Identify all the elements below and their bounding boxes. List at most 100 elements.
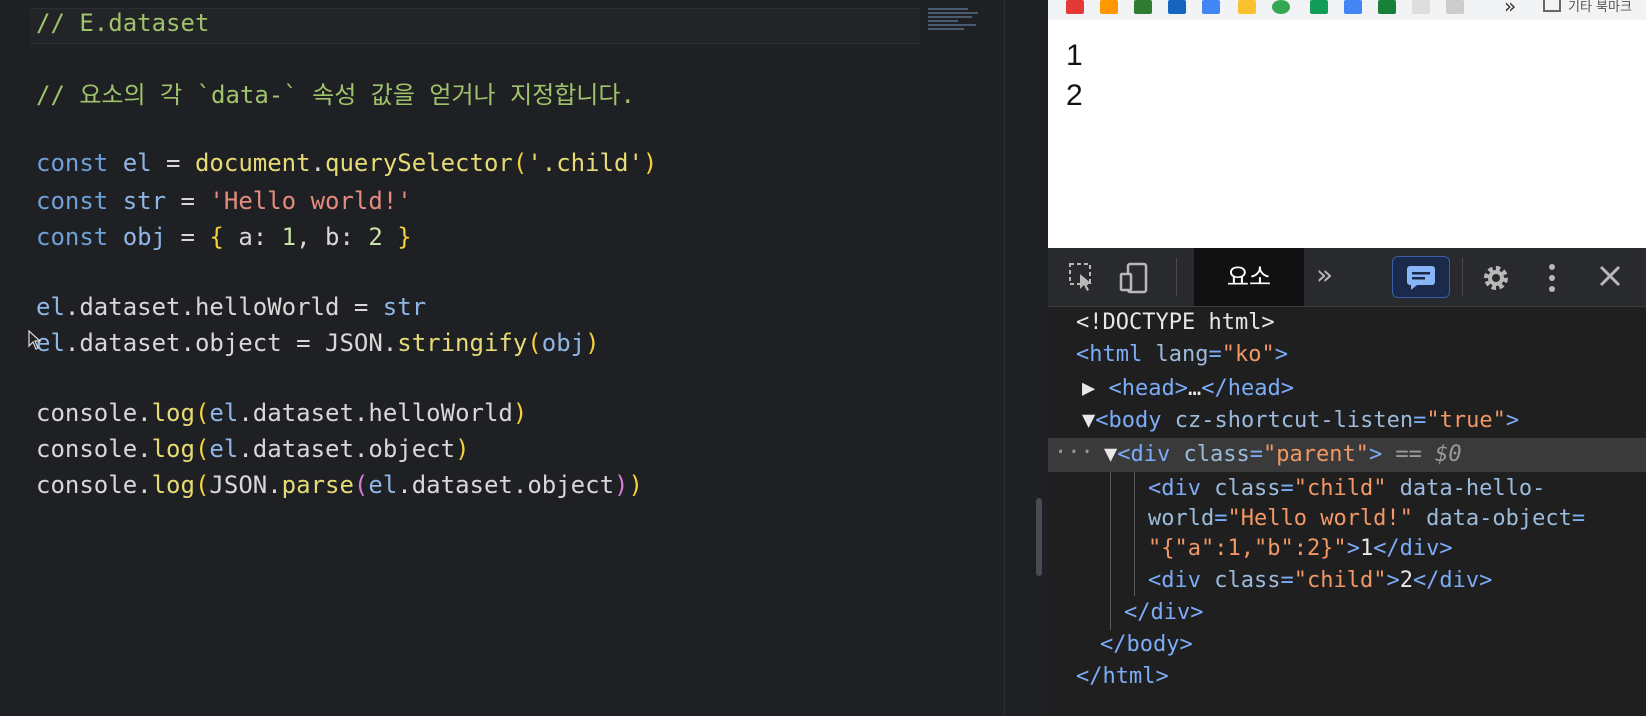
editor-scrollbar[interactable] (1036, 498, 1042, 576)
code-token: console (36, 471, 138, 499)
other-bookmarks[interactable]: 기타 북마크 (1568, 0, 1632, 15)
settings-gear-icon[interactable] (1480, 262, 1512, 294)
dom-node-line[interactable]: world="Hello world!" data-object= (1148, 504, 1585, 534)
code-token: ) (512, 399, 528, 427)
dom-node-line[interactable]: </body> (1100, 630, 1193, 660)
code-token: // 요소의 각 `data-` 속성 값을 얻거나 지정합니다. (36, 81, 635, 109)
tree-guide-line (1134, 472, 1135, 596)
bookmark-icon[interactable] (1344, 0, 1362, 14)
tree-guide-line (1110, 472, 1111, 630)
dom-node-line[interactable]: <!DOCTYPE html> (1076, 308, 1275, 338)
code-line[interactable]: console.log(JSON.parse(el.dataset.object… (36, 470, 643, 500)
bookmark-icon[interactable] (1066, 0, 1084, 14)
code-token: el (209, 399, 239, 427)
dom-token: = (1208, 342, 1222, 367)
tab-elements[interactable]: 요소 (1194, 248, 1304, 306)
dom-token: "true" (1426, 408, 1506, 433)
code-line[interactable]: const str = 'Hello world!' (36, 186, 412, 216)
message-icon (1407, 266, 1435, 290)
code-token: ( (512, 149, 528, 177)
dom-token: = (1280, 476, 1294, 501)
dom-node-line[interactable]: ▶ <head>…</head> (1082, 374, 1294, 404)
bookmark-icon[interactable] (1378, 0, 1396, 14)
dom-token: "{"a":1,"b":2}" (1148, 536, 1347, 561)
code-token: } (382, 223, 412, 251)
dom-token: class (1214, 568, 1281, 593)
dom-token: class (1214, 476, 1281, 501)
bookmarks-more-icon[interactable]: » (1504, 0, 1516, 18)
bookmark-icon[interactable] (1412, 0, 1430, 14)
dom-node-line[interactable]: ▼<body cz-shortcut-listen="true"> (1082, 406, 1519, 436)
code-token: console (36, 399, 138, 427)
minimap[interactable] (928, 6, 984, 44)
more-tabs-icon[interactable]: » (1316, 260, 1333, 290)
bookmark-icon[interactable] (1272, 0, 1290, 14)
dom-token: </body> (1100, 632, 1193, 657)
dom-node-line[interactable]: ▼<div class="parent"> == $0 (1104, 440, 1462, 470)
node-actions-icon[interactable]: ··· (1054, 438, 1094, 468)
code-token: .dataset.object (238, 435, 456, 463)
dom-node-line[interactable]: <div class="child">2</div> (1148, 566, 1492, 596)
dom-node-line[interactable]: </div> (1124, 598, 1203, 628)
code-token: = (151, 149, 195, 177)
dom-tree[interactable]: <!DOCTYPE html> <html lang="ko"> ▶ <head>…… (1048, 308, 1646, 716)
code-token: ( (194, 471, 210, 499)
code-line[interactable]: el.dataset.helloWorld = str (36, 292, 426, 322)
dom-token: <!DOCTYPE html> (1076, 310, 1275, 335)
code-token: . (137, 471, 152, 499)
code-token: ( (194, 435, 210, 463)
dom-node-line[interactable]: "{"a":1,"b":2}">1</div> (1148, 534, 1453, 564)
code-token: log (151, 399, 195, 427)
code-token: JSON (325, 329, 383, 357)
kebab-menu-icon[interactable] (1546, 262, 1558, 294)
dom-token: = (1413, 408, 1427, 433)
code-token: .dataset.helloWorld (238, 399, 513, 427)
code-token: document (194, 149, 311, 177)
code-token: str (382, 293, 427, 321)
dom-token: = (1214, 506, 1228, 531)
code-line[interactable]: const el = document.querySelector('.chil… (36, 148, 657, 178)
devtools-panel: 요소 » <!DOCTYPE html> <html lang="ko"> ▶ … (1048, 248, 1646, 716)
bookmark-icon[interactable] (1100, 0, 1118, 14)
code-line[interactable]: const obj = { a: 1, b: 2 } (36, 222, 412, 252)
bookmark-icon[interactable] (1238, 0, 1256, 14)
code-line[interactable]: console.log(el.dataset.helloWorld) (36, 398, 527, 428)
code-line[interactable]: el.dataset.object = JSON.stringify(obj) (36, 328, 600, 358)
code-line[interactable]: // E.dataset (36, 8, 209, 38)
dom-token: ▼ (1104, 442, 1118, 467)
bookmark-icon[interactable] (1446, 0, 1464, 14)
device-toolbar-icon[interactable] (1118, 262, 1150, 294)
code-token: .dataset.object (397, 471, 615, 499)
code-token: ( (527, 329, 542, 357)
code-token: parse (281, 471, 354, 499)
dom-token: </head> (1201, 376, 1294, 401)
code-token: const (36, 223, 123, 251)
bookmark-icon[interactable] (1310, 0, 1328, 14)
inspect-element-icon[interactable] (1068, 262, 1098, 292)
dom-node-line[interactable]: </html> (1076, 662, 1169, 692)
dom-token: $0 (1435, 442, 1462, 467)
dom-token: ▶ (1082, 376, 1109, 401)
browser-window: » 기타 북마크 12 요소 » <!DOCTYPE html> <html l… (1048, 0, 1646, 716)
dom-node-line[interactable]: <div class="child" data-hello- (1148, 474, 1545, 504)
dom-token: <html (1076, 342, 1156, 367)
issues-button[interactable] (1392, 256, 1450, 298)
code-line[interactable]: console.log(el.dataset.object) (36, 434, 470, 464)
dom-token: <div (1117, 442, 1184, 467)
code-line[interactable]: // 요소의 각 `data-` 속성 값을 얻거나 지정합니다. (36, 80, 635, 110)
dom-node-line[interactable]: <html lang="ko"> (1076, 340, 1288, 370)
dom-token: ▼ (1082, 408, 1096, 433)
dom-token: > (1274, 342, 1288, 367)
pane-divider[interactable] (1004, 0, 1005, 716)
code-token: , b: (296, 223, 369, 251)
bookmark-icon[interactable] (1168, 0, 1186, 14)
dom-token: 1 (1359, 536, 1374, 561)
page-output-line: 1 (1066, 39, 1083, 72)
code-token: ) (585, 329, 600, 357)
bookmark-icon[interactable] (1134, 0, 1152, 14)
bookmark-icon[interactable] (1202, 0, 1220, 14)
dom-token: lang (1155, 342, 1209, 367)
code-token: 'Hello world!' (209, 187, 412, 215)
close-icon[interactable] (1596, 262, 1624, 290)
code-editor[interactable]: // E.dataset // 요소의 각 `data-` 속성 값을 얻거나 지… (0, 0, 1048, 716)
